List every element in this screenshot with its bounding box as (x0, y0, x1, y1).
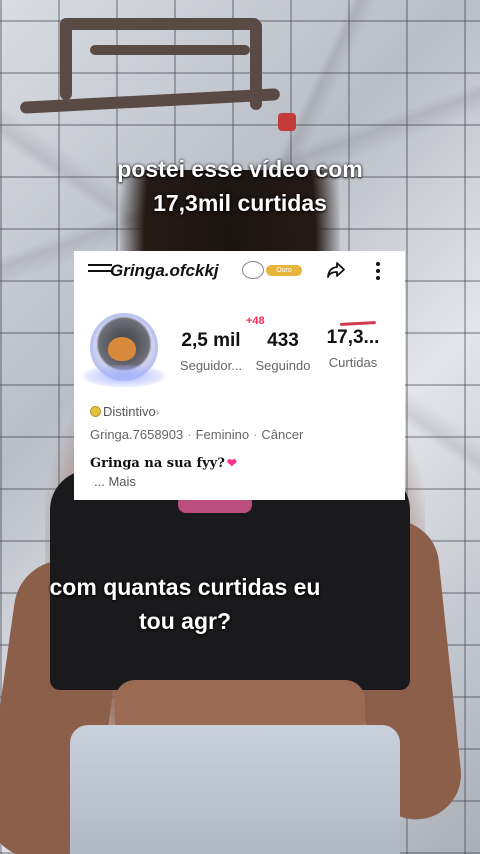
speech-bubble-icon (242, 261, 264, 279)
following-label: Seguindo (255, 358, 311, 373)
level-badge: Ouro (266, 265, 302, 276)
profile-sign: Câncer (261, 427, 304, 442)
followers-stat[interactable]: 2,5 mil Seguidor... (174, 330, 248, 373)
chevron-right-icon: › (155, 407, 160, 419)
distinctive-badge-link[interactable]: Distintivo› (90, 404, 159, 419)
back-icon[interactable] (88, 264, 112, 276)
followers-delta-badge: +48 (246, 315, 265, 327)
profile-bio: Gringa na sua fyy? ❤ (90, 456, 237, 471)
avatar-pet-image (108, 337, 136, 361)
distinctive-label: Distintivo (103, 404, 156, 419)
followers-count: 2,5 mil (181, 330, 241, 351)
followers-label: Seguidor... (179, 358, 243, 373)
share-icon[interactable] (326, 260, 346, 280)
separator: · (187, 427, 192, 442)
pipe (90, 45, 250, 55)
profile-meta: Gringa.7658903 · Feminino · Câncer (90, 427, 303, 442)
profile-handle: Gringa.7658903 (90, 427, 184, 442)
likes-count: 17,3... (326, 327, 380, 348)
profile-card: Gringa.ofckkj Ouro +48 2,5 mil Seguidor.… (74, 251, 405, 500)
likes-stat[interactable]: 17,3... Curtidas (318, 327, 388, 370)
profile-username: Gringa.ofckkj (110, 261, 219, 280)
bio-text: Gringa na sua fyy? (90, 456, 225, 471)
red-valve (278, 113, 296, 131)
pipe (60, 18, 260, 30)
separator: · (253, 427, 258, 442)
profile-header: Gringa.ofckkj Ouro (74, 251, 405, 291)
following-count: 433 (267, 330, 299, 351)
caption-bottom: com quantas curtidas eu tou agr? (49, 574, 321, 634)
likes-label: Curtidas (328, 355, 378, 370)
more-options-icon[interactable] (370, 261, 386, 281)
caption-top: postei esse vídeo com 17,3mil curtidas (117, 156, 363, 216)
red-scribble-mark (339, 321, 377, 326)
badge-dot-icon (90, 406, 101, 417)
jeans (70, 725, 400, 854)
pipe (60, 20, 72, 100)
profile-gender: Feminino (195, 427, 250, 442)
bio-more-link[interactable]: ... Mais (94, 474, 136, 489)
heart-icon: ❤ (226, 456, 237, 470)
avatar-frame-wings (84, 365, 164, 387)
following-stat[interactable]: 433 Seguindo (250, 330, 316, 373)
